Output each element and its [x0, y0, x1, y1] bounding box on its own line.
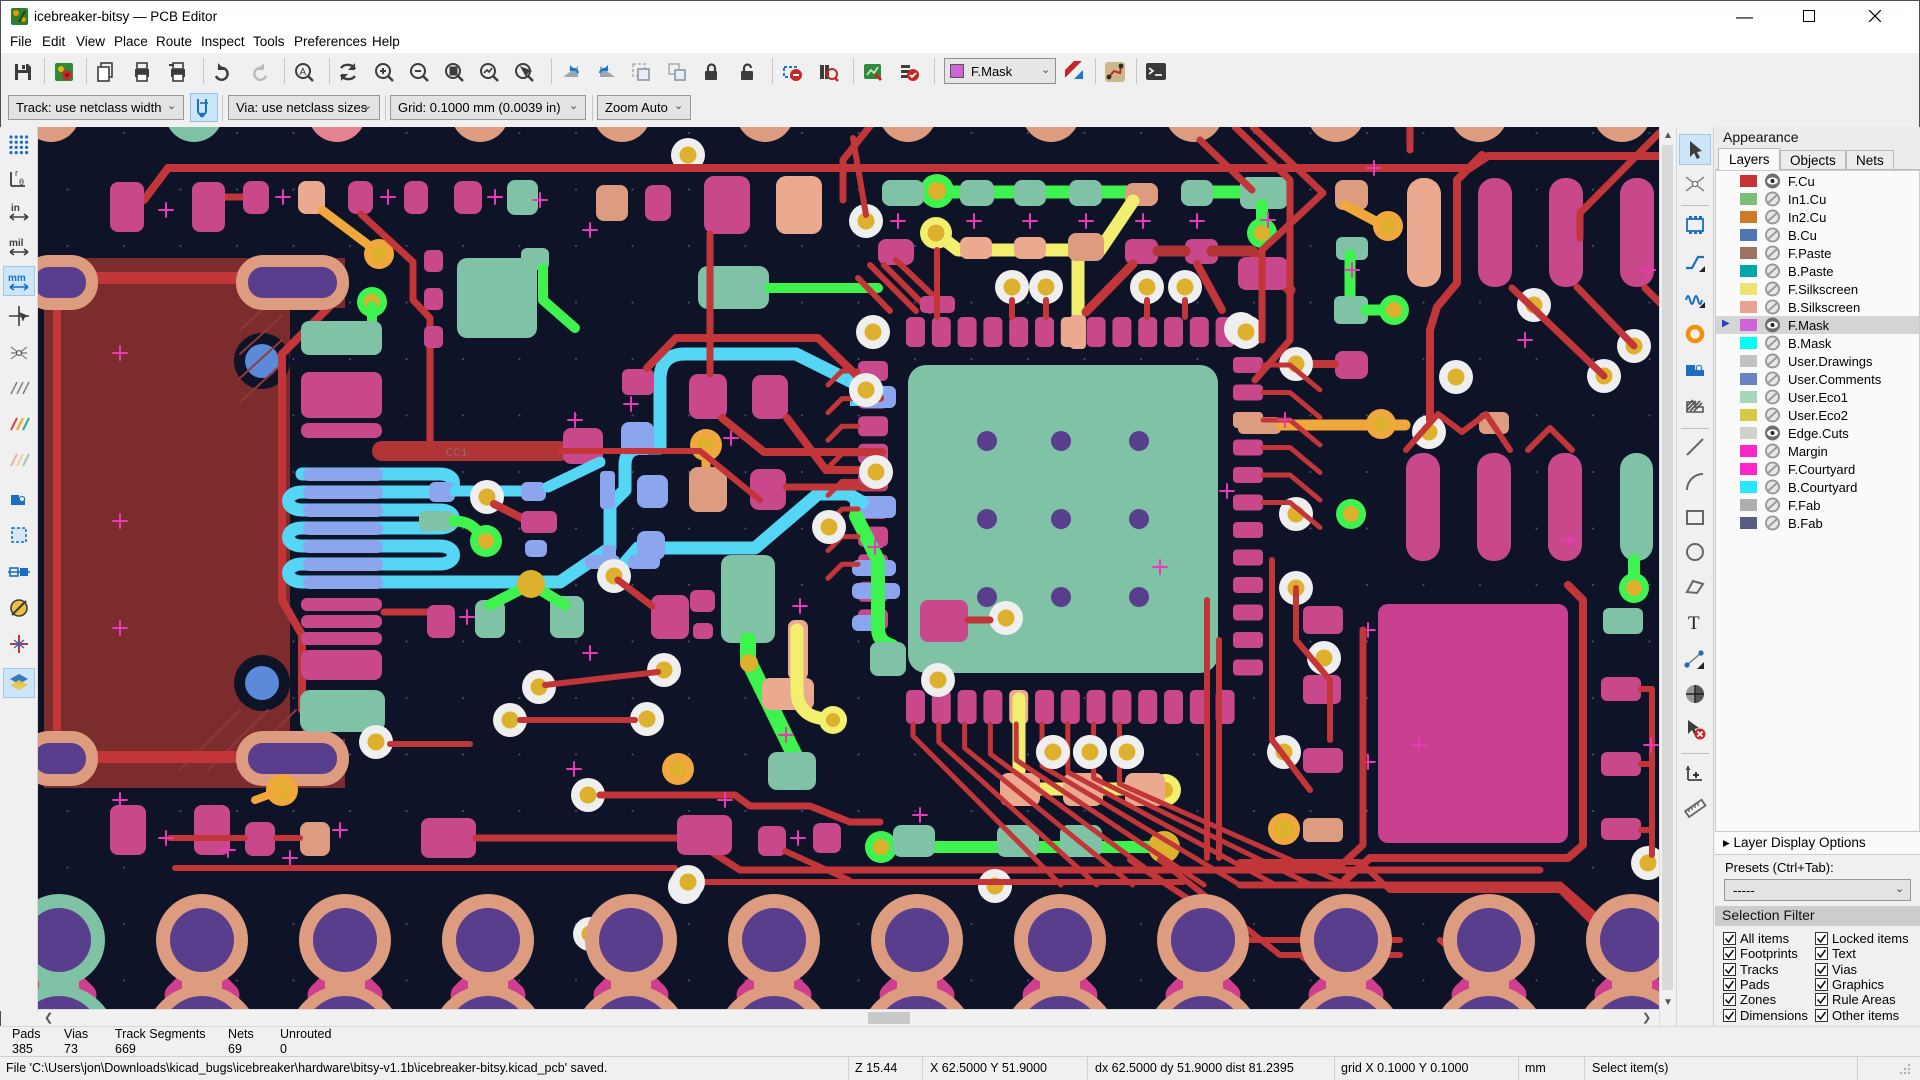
- svg-text:in: in: [11, 203, 20, 214]
- svg-text:T: T: [1688, 613, 1700, 634]
- svg-text:r: r: [15, 168, 18, 178]
- svg-text:mil: mil: [9, 238, 24, 249]
- svg-text:θ: θ: [19, 177, 24, 187]
- svg-text:mm: mm: [8, 273, 26, 284]
- svg-text:CC1: CC1: [446, 446, 468, 460]
- svg-text:A: A: [300, 67, 307, 78]
